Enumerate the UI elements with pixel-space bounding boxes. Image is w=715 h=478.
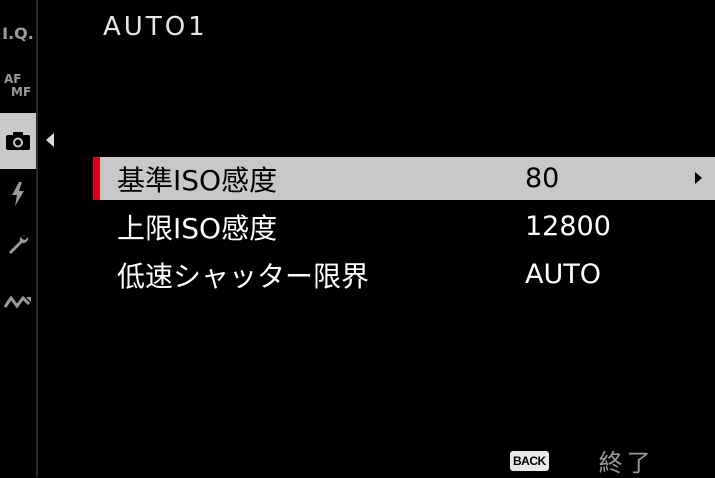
exit-label: 終了: [598, 449, 655, 477]
footer-hint: BACK 終了: [510, 443, 655, 478]
af-mf-tab[interactable]: AF MF: [0, 68, 36, 104]
active-tab-pointer-icon: [46, 133, 54, 147]
page-title: AUTO1: [103, 12, 208, 42]
menu-row-value: 12800: [525, 211, 611, 242]
menu-row-value: AUTO: [525, 259, 601, 290]
flash-icon: [12, 182, 24, 206]
selection-marker: [93, 157, 100, 200]
image-quality-icon: I.Q.: [2, 23, 34, 43]
flash-settings-tab[interactable]: [0, 180, 36, 208]
shooting-settings-tab[interactable]: [0, 113, 36, 169]
setup-tab[interactable]: [0, 230, 36, 258]
back-button[interactable]: BACK: [510, 450, 549, 471]
connection-tab[interactable]: [0, 288, 36, 316]
image-quality-tab[interactable]: I.Q.: [0, 18, 36, 48]
submenu-arrow-icon: [695, 172, 702, 184]
wrench-icon: [9, 234, 29, 254]
menu-row-label: 基準ISO感度: [117, 163, 278, 197]
connection-icon: [4, 295, 31, 309]
menu-row-min-shutter[interactable]: 低速シャッター限界 AUTO: [93, 253, 715, 296]
menu-row-value: 80: [525, 163, 560, 194]
menu-row-max-iso[interactable]: 上限ISO感度 12800: [93, 205, 715, 248]
mf-icon-label: MF: [11, 85, 32, 99]
camera-icon: [6, 132, 30, 150]
menu-row-base-iso[interactable]: 基準ISO感度 80: [93, 157, 715, 200]
menu-row-label: 上限ISO感度: [117, 211, 278, 245]
category-sidebar: I.Q. AF MF: [0, 0, 38, 477]
menu-row-label: 低速シャッター限界: [117, 259, 370, 293]
